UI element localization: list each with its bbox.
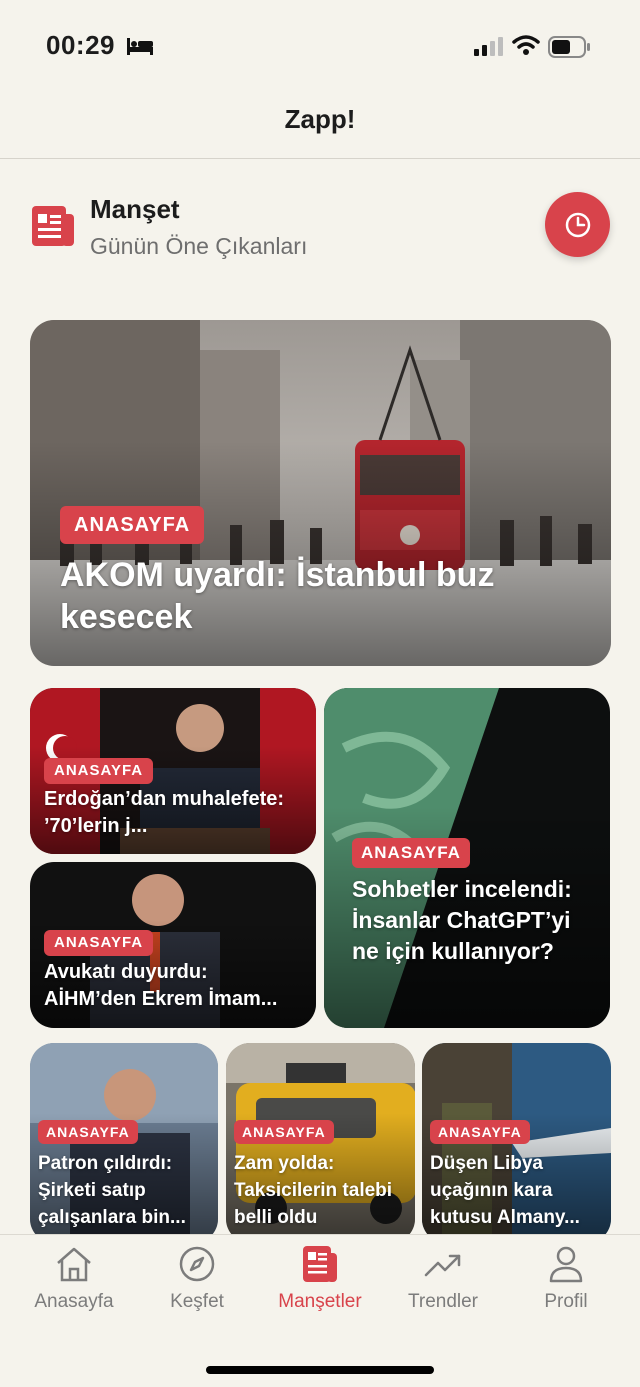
article-headline: Avukatı duyurdu: AİHM’den Ekrem İmam... — [44, 961, 278, 1010]
article-card[interactable]: ANASAYFA Erdoğan’dan muhalefete: ’70’ler… — [30, 688, 316, 854]
tab-trendler[interactable]: Trendler — [379, 1245, 507, 1313]
section-title: Manşet — [90, 194, 180, 224]
home-indicator — [206, 1366, 434, 1374]
category-badge: ANASAYFA — [38, 1120, 138, 1144]
article-headline: Düşen Libya uçağının kara kutusu Almany.… — [430, 1153, 580, 1228]
category-badge: ANASAYFA — [234, 1120, 334, 1144]
clock-icon — [565, 212, 590, 237]
tab-label: Profil — [544, 1291, 588, 1312]
tab-label: Anasayfa — [34, 1291, 114, 1312]
newspaper-icon — [303, 1246, 337, 1282]
tab-label: Manşetler — [278, 1291, 362, 1312]
category-badge: ANASAYFA — [352, 838, 470, 868]
category-badge: ANASAYFA — [430, 1120, 530, 1144]
tab-profil[interactable]: Profil — [502, 1245, 630, 1313]
hero-article-card[interactable]: ANASAYFA AKOM uyardı: İstanbul buz kesec… — [30, 320, 611, 666]
tab-anasayfa[interactable]: Anasayfa — [10, 1245, 138, 1313]
section-subtitle: Günün Öne Çıkanları — [90, 233, 308, 259]
person-icon — [549, 1246, 583, 1283]
article-headline: Erdoğan’dan muhalefete: ’70’lerin j... — [44, 788, 285, 837]
trending-icon — [424, 1254, 461, 1277]
article-headline: Zam yolda: Taksicilerin talebi belli old… — [234, 1153, 393, 1228]
category-badge: ANASAYFA — [60, 506, 205, 544]
tab-label: Trendler — [407, 1291, 479, 1312]
article-card[interactable]: ANASAYFA Zam yolda: Taksicilerin talebi … — [226, 1043, 415, 1243]
status-time: 00:29 — [46, 30, 115, 60]
tab-bar: Anasayfa Keşfet Manşetler Trendler Profi… — [0, 1234, 640, 1387]
article-headline: Sohbetler incelendi: İnsanlar ChatGPT’yi… — [352, 876, 572, 964]
article-headline: AKOM uyardı: İstanbul buz kesecek — [60, 556, 495, 636]
battery-icon — [548, 36, 590, 58]
newspaper-icon — [32, 206, 74, 246]
history-button[interactable] — [545, 192, 610, 257]
article-card[interactable]: ANASAYFA Patron çıldırdı: Şirketi satıp … — [30, 1043, 218, 1243]
article-card[interactable]: ANASAYFA Avukatı duyurdu: AİHM’den Ekrem… — [30, 862, 316, 1028]
tab-mansetler[interactable]: Manşetler — [256, 1245, 384, 1313]
status-bar: 00:29 — [0, 0, 640, 92]
article-card[interactable]: ANASAYFA Sohbetler incelendi: İnsanlar C… — [324, 688, 610, 1028]
nav-divider — [0, 158, 640, 159]
bed-icon — [127, 38, 153, 55]
category-badge: ANASAYFA — [44, 758, 154, 784]
category-badge: ANASAYFA — [44, 930, 154, 956]
compass-icon — [179, 1246, 215, 1282]
wifi-icon — [512, 35, 540, 55]
tab-kesfet[interactable]: Keşfet — [133, 1245, 261, 1313]
article-card[interactable]: ANASAYFA Düşen Libya uçağının kara kutus… — [422, 1043, 611, 1243]
tab-label: Keşfet — [170, 1291, 224, 1312]
home-icon — [57, 1247, 91, 1282]
app-title: Zapp! — [284, 104, 356, 134]
signal-icon — [474, 37, 503, 56]
article-headline: Patron çıldırdı: Şirketi satıp çalışanla… — [38, 1153, 186, 1228]
